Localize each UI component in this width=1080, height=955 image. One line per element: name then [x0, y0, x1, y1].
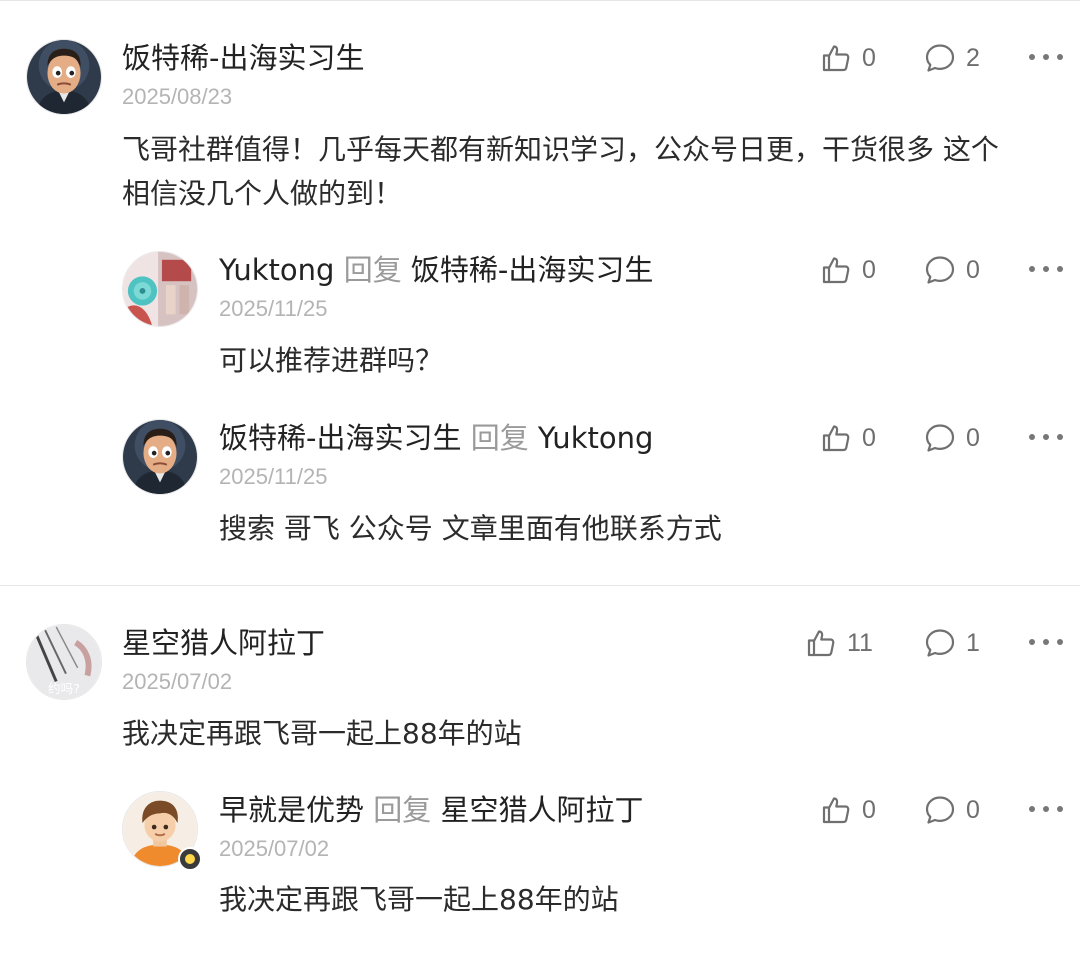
cartoon-man-avatar-icon: [123, 420, 197, 494]
comment-bubble-icon: [924, 254, 956, 286]
reply-label: 回复: [470, 421, 529, 455]
like-button[interactable]: 11: [805, 623, 873, 663]
like-count: 0: [862, 795, 876, 824]
reply-header: 饭特稀-出海实习生 回复 Yuktong: [219, 418, 653, 458]
comment-bubble-icon: [924, 627, 956, 659]
top-divider: [0, 0, 1080, 1]
more-dot-icon: [1029, 639, 1035, 645]
reply-count: 0: [966, 795, 980, 824]
reply-text: 可以推荐进群吗？: [219, 344, 444, 377]
reply-count: 1: [966, 628, 980, 657]
like-button[interactable]: 0: [820, 418, 876, 458]
more-dot-icon: [1057, 266, 1063, 272]
comment-text: 飞哥社群值得！几乎每天都有新知识学习，公众号日更，干货很多 这个: [122, 133, 999, 166]
more-options-button[interactable]: [1029, 37, 1063, 77]
like-count: 0: [862, 43, 876, 72]
reply-to-author[interactable]: 星空猎人阿拉丁: [440, 793, 643, 827]
more-dot-icon: [1057, 54, 1063, 60]
reply-label: 回复: [343, 253, 402, 287]
reply-author[interactable]: 早就是优势: [219, 793, 364, 827]
more-dot-icon: [1029, 266, 1035, 272]
more-dot-icon: [1043, 266, 1049, 272]
thumbs-up-icon: [820, 42, 852, 74]
comment-bubble-icon: [924, 422, 956, 454]
reply-button[interactable]: 1: [924, 623, 980, 663]
comment-author[interactable]: 星空猎人阿拉丁: [122, 623, 325, 663]
thumbs-up-icon: [820, 254, 852, 286]
reply-header: Yuktong 回复 饭特稀-出海实习生: [219, 250, 653, 290]
avatar[interactable]: [122, 419, 198, 495]
comment-date: 2025/07/02: [122, 669, 233, 694]
reply-date: 2025/11/25: [219, 464, 328, 489]
more-options-button[interactable]: [1029, 249, 1063, 289]
sketch-avatar-icon: 约吗?: [27, 625, 101, 699]
reply-to-author[interactable]: Yuktong: [538, 421, 653, 455]
reply-text: 搜索 哥飞 公众号 文章里面有他联系方式: [219, 512, 722, 545]
reply-button[interactable]: 0: [924, 418, 980, 458]
more-dot-icon: [1043, 54, 1049, 60]
reply-author[interactable]: Yuktong: [219, 253, 334, 287]
reply-count: 2: [966, 43, 980, 72]
reply-text: 我决定再跟飞哥一起上88年的站: [219, 883, 619, 916]
more-dot-icon: [1043, 806, 1049, 812]
thumbs-up-icon: [820, 794, 852, 826]
more-dot-icon: [1029, 54, 1035, 60]
comment-text: 相信没几个人做的到！: [122, 177, 403, 210]
reply-count: 0: [966, 255, 980, 284]
reply-button[interactable]: 0: [924, 790, 980, 830]
like-count: 11: [847, 628, 873, 657]
reply-author[interactable]: 饭特稀-出海实习生: [219, 421, 461, 455]
more-options-button[interactable]: [1029, 789, 1063, 829]
like-count: 0: [862, 423, 876, 452]
more-dot-icon: [1057, 434, 1063, 440]
comment-text: 我决定再跟飞哥一起上88年的站: [122, 717, 522, 750]
avatar-watermark: 约吗?: [48, 681, 80, 696]
more-dot-icon: [1057, 639, 1063, 645]
like-count: 0: [862, 255, 876, 284]
reply-header: 早就是优势 回复 星空猎人阿拉丁: [219, 790, 643, 830]
more-dot-icon: [1043, 434, 1049, 440]
more-options-button[interactable]: [1029, 622, 1063, 662]
avatar[interactable]: 约吗?: [26, 624, 102, 700]
reply-label: 回复: [373, 793, 432, 827]
comment-date: 2025/08/23: [122, 84, 233, 109]
avatar[interactable]: [26, 39, 102, 115]
avatar[interactable]: [122, 251, 198, 327]
comment-bubble-icon: [924, 794, 956, 826]
thread-divider: [0, 585, 1080, 586]
more-dot-icon: [1029, 434, 1035, 440]
reply-button[interactable]: 2: [924, 38, 980, 78]
thumbs-up-icon: [805, 627, 837, 659]
like-button[interactable]: 0: [820, 38, 876, 78]
reply-date: 2025/07/02: [219, 836, 330, 861]
reply-date: 2025/11/25: [219, 296, 328, 321]
verified-badge-icon: [178, 847, 202, 871]
comment-bubble-icon: [924, 42, 956, 74]
more-dot-icon: [1029, 806, 1035, 812]
photo-avatar-icon: [123, 252, 197, 326]
thumbs-up-icon: [820, 422, 852, 454]
reply-button[interactable]: 0: [924, 250, 980, 290]
like-button[interactable]: 0: [820, 790, 876, 830]
cartoon-man-avatar-icon: [27, 40, 101, 114]
more-options-button[interactable]: [1029, 417, 1063, 457]
comment-author[interactable]: 饭特稀-出海实习生: [122, 38, 364, 78]
reply-count: 0: [966, 423, 980, 452]
more-dot-icon: [1057, 806, 1063, 812]
more-dot-icon: [1043, 639, 1049, 645]
reply-to-author[interactable]: 饭特稀-出海实习生: [411, 253, 653, 287]
like-button[interactable]: 0: [820, 250, 876, 290]
